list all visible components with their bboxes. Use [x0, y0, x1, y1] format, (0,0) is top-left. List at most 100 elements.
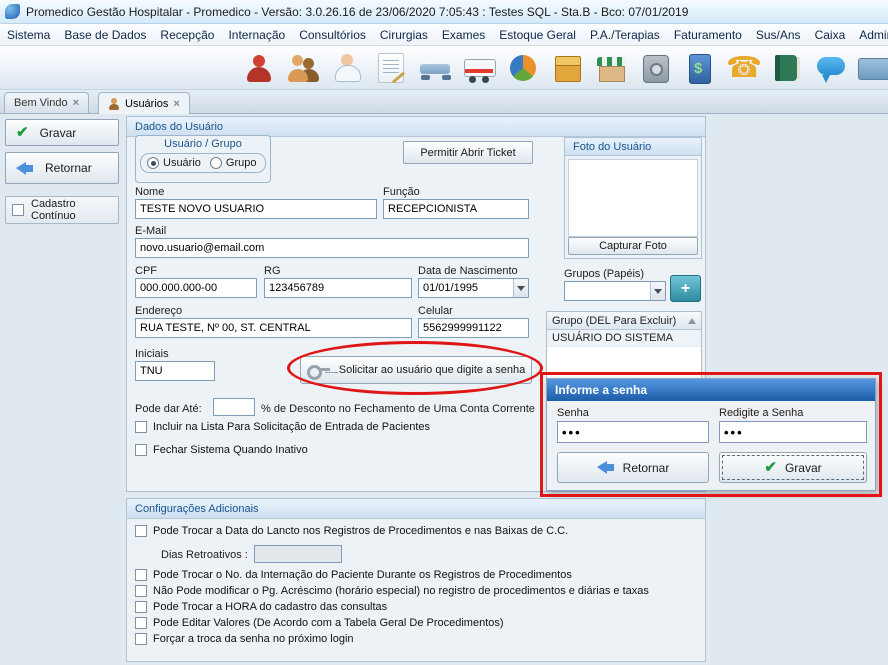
tab-bem-vindo[interactable]: Bem Vindo × — [4, 92, 89, 113]
hospital-bed-icon[interactable] — [418, 51, 452, 85]
grupo-list-header[interactable]: Grupo (DEL Para Excluir) — [547, 312, 701, 330]
redigite-senha-input[interactable] — [719, 421, 867, 443]
email-input[interactable] — [135, 238, 529, 258]
checkbox-label: Não Pode modificar o Pg. Acréscimo (horá… — [153, 585, 649, 597]
prescription-icon[interactable] — [378, 53, 404, 83]
title-bar: Promedico Gestão Hospitalar - Promedico … — [0, 0, 888, 24]
tab-close-icon[interactable]: × — [73, 97, 79, 109]
checkbox-icon — [12, 204, 24, 216]
nascimento-label: Data de Nascimento — [418, 265, 518, 277]
checkbox-trocar-data-lancto[interactable]: Pode Trocar a Data do Lancto nos Registr… — [135, 525, 568, 537]
book-icon[interactable] — [770, 51, 804, 85]
nome-label: Nome — [135, 186, 164, 198]
patient-icon[interactable] — [242, 51, 276, 85]
tab-usuarios[interactable]: Usuários × — [98, 92, 190, 114]
check-icon — [16, 125, 29, 140]
menu-item-administracao[interactable]: Administra — [852, 25, 888, 45]
gravar-button[interactable]: Gravar — [5, 119, 119, 146]
radio-usuario[interactable]: Usuário — [147, 157, 201, 169]
dias-retroativos-input[interactable] — [254, 545, 342, 563]
checkbox-nao-modificar-acrescimo[interactable]: Não Pode modificar o Pg. Acréscimo (horá… — [135, 585, 649, 597]
phone-icon[interactable] — [726, 51, 760, 85]
cadastro-continuo-toggle[interactable]: Cadastro Contínuo — [5, 196, 119, 224]
desconto-input[interactable] — [213, 398, 255, 416]
panel-header: Dados do Usuário — [127, 117, 705, 137]
iniciais-input[interactable] — [135, 361, 215, 381]
menu-item-pa-terapias[interactable]: P.A./Terapias — [583, 25, 667, 45]
toolbar — [0, 46, 888, 90]
checkbox-trocar-no-internacao[interactable]: Pode Trocar o No. da Internação do Pacie… — [135, 569, 572, 581]
capturar-foto-button[interactable]: Capturar Foto — [568, 237, 698, 255]
nascimento-combo[interactable] — [418, 278, 529, 298]
cadastro-continuo-label: Cadastro Contínuo — [31, 198, 118, 222]
pode-dar-ate-label: Pode dar Até: — [135, 403, 202, 415]
panel-header: Configurações Adicionais — [127, 499, 705, 519]
retornar-button[interactable]: Retornar — [5, 152, 119, 184]
user-group-box-title: Usuário / Grupo — [136, 136, 270, 150]
stock-icon[interactable] — [550, 51, 584, 85]
menu-item-base-de-dados[interactable]: Base de Dados — [57, 25, 153, 45]
checkbox-incluir-lista[interactable]: Incluir na Lista Para Solicitação de Ent… — [135, 421, 430, 433]
checkbox-fechar-sistema[interactable]: Fechar Sistema Quando Inativo — [135, 444, 308, 456]
user-group-box: Usuário / Grupo Usuário Grupo — [135, 135, 271, 183]
menu-item-cirurgias[interactable]: Cirurgias — [373, 25, 435, 45]
app-window: Promedico Gestão Hospitalar - Promedico … — [0, 0, 888, 665]
cpf-input[interactable] — [135, 278, 257, 298]
dialog-title: Informe a senha — [547, 379, 875, 401]
permitir-abrir-ticket-button[interactable]: Permitir Abrir Ticket — [403, 141, 533, 164]
chevron-down-icon[interactable] — [650, 282, 665, 300]
gravar-label: Gravar — [40, 126, 77, 140]
grupo-list-header-label: Grupo (DEL Para Excluir) — [552, 315, 676, 327]
ambulance-icon[interactable] — [462, 51, 496, 85]
photo-area — [568, 159, 698, 237]
menu-item-sistema[interactable]: Sistema — [0, 25, 57, 45]
statistics-icon[interactable] — [506, 51, 540, 85]
checkbox-icon — [135, 617, 147, 629]
menu-item-internacao[interactable]: Internação — [221, 25, 292, 45]
menu-item-exames[interactable]: Exames — [435, 25, 492, 45]
checkbox-trocar-hora-consultas[interactable]: Pode Trocar a HORA do cadastro das consu… — [135, 601, 387, 613]
list-item[interactable]: USUÁRIO DO SISTEMA — [547, 330, 701, 347]
menu-item-recepcao[interactable]: Recepção — [153, 25, 221, 45]
menu-item-faturamento[interactable]: Faturamento — [667, 25, 749, 45]
permitir-abrir-ticket-label: Permitir Abrir Ticket — [420, 147, 515, 159]
chevron-down-icon[interactable] — [513, 279, 528, 297]
chat-icon[interactable] — [814, 51, 848, 85]
grupos-papeis-label: Grupos (Papéis) — [564, 268, 644, 280]
dialog-retornar-button[interactable]: Retornar — [557, 452, 709, 483]
market-icon[interactable] — [594, 51, 628, 85]
solicitar-senha-button[interactable]: Solicitar ao usuário que digite a senha — [300, 356, 532, 384]
checkbox-label: Pode Trocar a HORA do cadastro das consu… — [153, 601, 387, 613]
checkbox-editar-valores[interactable]: Pode Editar Valores (De Acordo com a Tab… — [135, 617, 504, 629]
billing-calculator-icon[interactable] — [682, 51, 716, 85]
checkbox-label: Pode Editar Valores (De Acordo com a Tab… — [153, 617, 504, 629]
check-icon — [764, 460, 777, 475]
doctor-icon[interactable] — [330, 51, 364, 85]
checkbox-label: Forçar a troca da senha no próximo login — [153, 633, 354, 645]
menu-item-estoque-geral[interactable]: Estoque Geral — [492, 25, 583, 45]
add-group-button[interactable]: + — [670, 275, 701, 302]
menu-item-sus-ans[interactable]: Sus/Ans — [749, 25, 808, 45]
safe-icon[interactable] — [638, 51, 672, 85]
checkbox-forcar-troca-senha[interactable]: Forçar a troca da senha no próximo login — [135, 633, 354, 645]
funcao-input[interactable] — [383, 199, 529, 219]
grupos-combo[interactable] — [564, 281, 666, 301]
celular-input[interactable] — [418, 318, 529, 338]
endereco-label: Endereço — [135, 305, 182, 317]
tab-close-icon[interactable]: × — [173, 98, 179, 110]
menu-item-caixa[interactable]: Caixa — [808, 25, 853, 45]
nome-input[interactable] — [135, 199, 377, 219]
rg-input[interactable] — [264, 278, 412, 298]
tab-bar: Bem Vindo × Usuários × — [0, 90, 888, 114]
senha-input[interactable] — [557, 421, 709, 443]
iniciais-label: Iniciais — [135, 348, 169, 360]
checkbox-icon — [135, 585, 147, 597]
reception-icon[interactable] — [286, 51, 320, 85]
radio-grupo[interactable]: Grupo — [210, 157, 257, 169]
menu-item-consultorios[interactable]: Consultórios — [292, 25, 373, 45]
dialog-gravar-button[interactable]: Gravar — [719, 452, 867, 483]
endereco-input[interactable] — [135, 318, 412, 338]
card-icon[interactable] — [858, 51, 888, 85]
app-logo-icon — [5, 4, 20, 19]
grupo-list: Grupo (DEL Para Excluir) USUÁRIO DO SIST… — [546, 311, 702, 381]
